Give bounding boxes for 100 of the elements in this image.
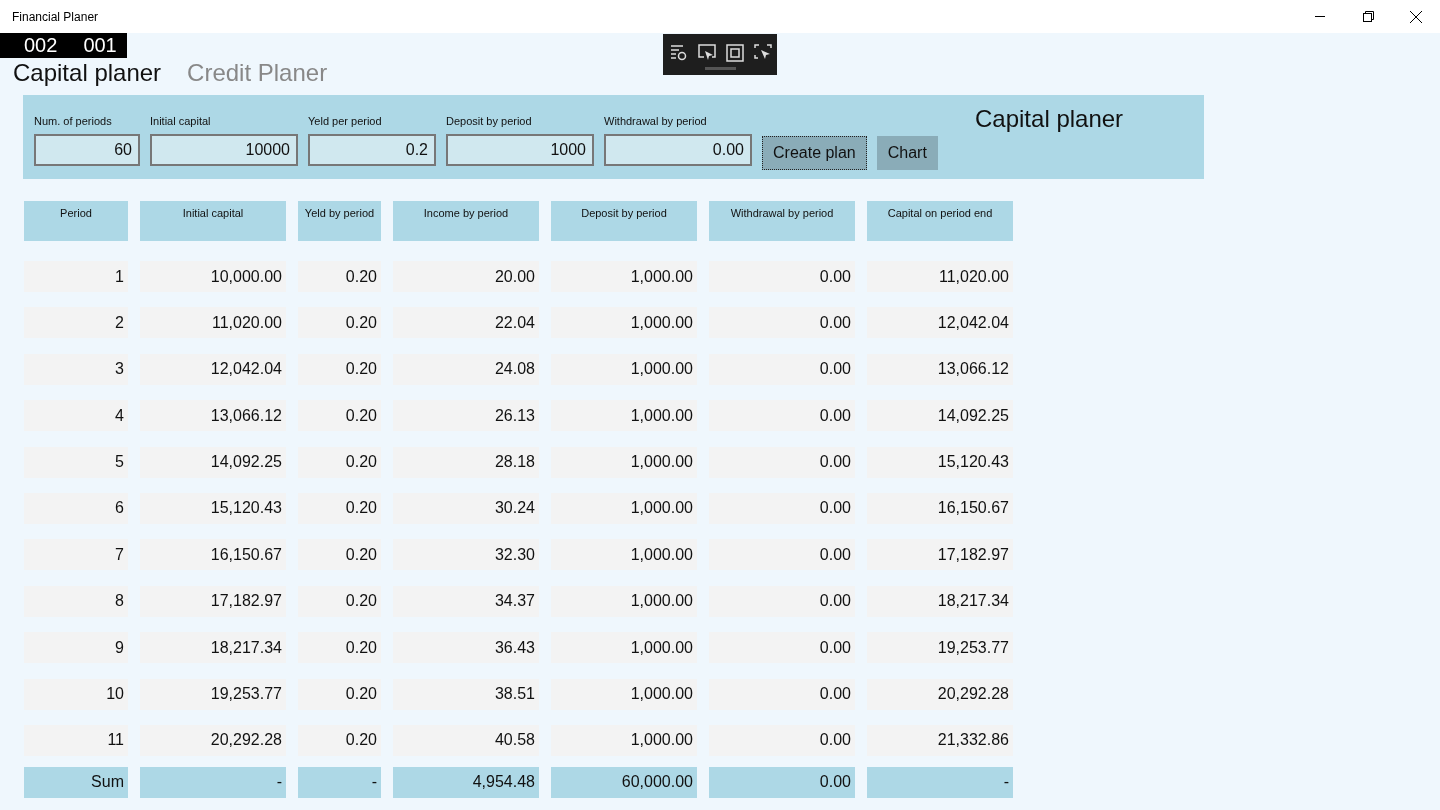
table-cell: 32.30 [393,539,539,571]
table-cell: 0.00 [709,400,855,432]
table-cell: 0.20 [298,678,381,710]
table-cell: 1,000.00 [551,261,697,292]
table-cell: 10,000.00 [140,261,286,292]
table-cell: 0.00 [709,585,855,617]
create-plan-button[interactable]: Create plan [762,136,867,170]
input-field[interactable]: 10000 [150,134,298,166]
table-cell: 0.20 [298,400,381,432]
table-cell: 0.20 [298,492,381,524]
table-cell: 0.00 [709,261,855,292]
table-cell: 16,150.67 [867,492,1013,524]
table-cell: 34.37 [393,585,539,617]
table-cell: 0.20 [298,632,381,664]
table-cell: 0.00 [709,678,855,710]
table-cell: 40.58 [393,724,539,756]
window-title: Financial Planer [12,9,100,24]
table-cell: 2 [24,307,128,339]
table-cell: 11,020.00 [140,307,286,339]
sum-cell: - [140,766,286,798]
table-cell: 20,292.28 [140,724,286,756]
table-cell: 1 [24,261,128,292]
table-cell: 0.00 [709,539,855,571]
table-cell: 21,332.86 [867,724,1013,756]
table-cell: 0.00 [709,632,855,664]
table-cell: 0.20 [298,539,381,571]
table-cell: 12,042.04 [867,307,1013,339]
column-header: Deposit by period [551,201,697,241]
table-cell: 0.20 [298,724,381,756]
input-field[interactable]: 1000 [446,134,594,166]
table-cell: 1,000.00 [551,492,697,524]
table-cell: 1,000.00 [551,307,697,339]
table-cell: 17,182.97 [140,585,286,617]
table-cell: 36.43 [393,632,539,664]
table-cell: 6 [24,492,128,524]
table-cell: 19,253.77 [140,678,286,710]
field-label: Initial capital [150,115,212,127]
table-cell: 0.20 [298,307,381,339]
table-cell: 14,092.25 [867,400,1013,432]
column-header: Period [24,201,128,241]
table-cell: 1,000.00 [551,585,697,617]
input-field[interactable]: 60 [34,134,140,166]
sum-cell: - [298,766,381,798]
sum-cell: - [867,766,1013,798]
table-cell: 0.20 [298,446,381,478]
table-cell: 0.00 [709,446,855,478]
chart-button[interactable]: Chart [876,136,938,170]
table-cell: 0.00 [709,353,855,385]
table-cell: 1,000.00 [551,353,697,385]
table-cell: 20,292.28 [867,678,1013,710]
table-cell: 18,217.34 [867,585,1013,617]
column-header: Income by period [393,201,539,241]
column-header: Initial capital [140,201,286,241]
table-cell: 7 [24,539,128,571]
sum-cell: 4,954.48 [393,766,539,798]
column-header: Withdrawal by period [709,201,855,241]
table-cell: 1,000.00 [551,539,697,571]
table-cell: 10 [24,678,128,710]
field-label: Withdrawal by period [604,115,708,127]
tree-settings-icon[interactable] [669,43,689,63]
field-label: Yeld per period [308,115,383,127]
table-cell: 0.20 [298,353,381,385]
table-cell: 11,020.00 [867,261,1013,292]
table-cell: 28.18 [393,446,539,478]
table-cell: 0.00 [709,307,855,339]
table-cell: 1,000.00 [551,400,697,432]
sum-cell: 0.00 [709,766,855,798]
table-cell: 14,092.25 [140,446,286,478]
table-cell: 1,000.00 [551,446,697,478]
table-cell: 0.20 [298,261,381,292]
input-field[interactable]: 0.2 [308,134,436,166]
table-cell: 15,120.43 [140,492,286,524]
table-cell: 1,000.00 [551,632,697,664]
tab[interactable]: Capital planer [13,59,162,87]
table-cell: 19,253.77 [867,632,1013,664]
table-cell: 22.04 [393,307,539,339]
table-cell: 17,182.97 [867,539,1013,571]
table-cell: 0.20 [298,585,381,617]
column-header: Capital on period end [867,201,1013,241]
field-label: Num. of periods [34,115,113,127]
table-cell: 1,000.00 [551,678,697,710]
table-cell: 13,066.12 [140,400,286,432]
table-cell: 12,042.04 [140,353,286,385]
column-header: Yeld by period [298,201,381,241]
table-cell: 8 [24,585,128,617]
table-cell: 24.08 [393,353,539,385]
input-field[interactable]: 0.00 [604,134,752,166]
table-cell: 16,150.67 [140,539,286,571]
table-cell: 20.00 [393,261,539,292]
table-cell: 38.51 [393,678,539,710]
table-cell: 3 [24,353,128,385]
table-cell: 30.24 [393,492,539,524]
layout-bounds-icon[interactable] [725,43,745,63]
table-cell: 5 [24,446,128,478]
frame-counter-overlay: 002 001 [0,33,127,58]
field-label: Deposit by period [446,115,533,127]
table-cell: 11 [24,724,128,756]
sum-cell: 60,000.00 [551,766,697,798]
sum-cell: Sum [24,766,128,798]
table-cell: 13,066.12 [867,353,1013,385]
